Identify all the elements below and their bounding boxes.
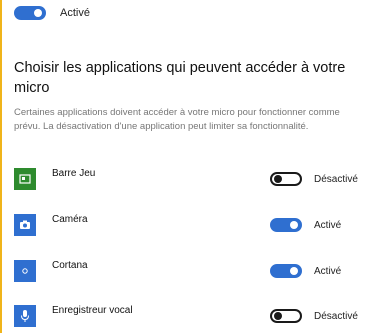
toggle-knob [274,312,282,320]
app-row-cortana: Cortana Activé [14,258,359,284]
app-row-enregistreur-vocal: Enregistreur vocal Désactivé [14,303,359,329]
toggle-enregistreur-vocal[interactable] [270,309,302,323]
app-name-camera: Caméra [52,214,88,225]
camera-icon [14,214,36,236]
xbox-game-bar-icon [14,168,36,190]
toggle-knob [290,267,298,275]
toggle-state-cortana: Activé [314,265,342,277]
toggle-knob [290,221,298,229]
app-row-camera: Caméra Activé [14,212,359,238]
microphone-access-toggle[interactable] [14,6,46,20]
toggle-state-camera: Activé [314,219,342,231]
microphone-icon [14,305,36,327]
app-toggle-group-barre-jeu: Désactivé [270,172,358,186]
app-name-cortana: Cortana [52,260,88,271]
app-row-barre-jeu: Barre Jeu Désactivé [14,166,359,192]
toggle-state-enregistreur-vocal: Désactivé [314,310,358,322]
toggle-knob [274,175,282,183]
microphone-access-state-label: Activé [60,7,90,19]
toggle-state-barre-jeu: Désactivé [314,173,358,185]
microphone-access-setting: Activé [14,6,90,20]
app-toggle-group-enregistreur-vocal: Désactivé [270,309,358,323]
window-edge-accent [0,0,2,333]
app-permissions-heading: Choisir les applications qui peuvent acc… [14,60,346,96]
app-name-barre-jeu: Barre Jeu [52,168,96,179]
app-toggle-group-cortana: Activé [270,264,341,278]
toggle-barre-jeu[interactable] [270,172,302,186]
cortana-icon [14,260,36,282]
toggle-camera[interactable] [270,218,302,232]
app-toggle-group-camera: Activé [270,218,341,232]
app-permissions-description: Certaines applications doivent accéder à… [14,107,340,132]
toggle-knob [34,9,42,17]
toggle-cortana[interactable] [270,264,302,278]
app-name-enregistreur-vocal: Enregistreur vocal [52,305,133,316]
